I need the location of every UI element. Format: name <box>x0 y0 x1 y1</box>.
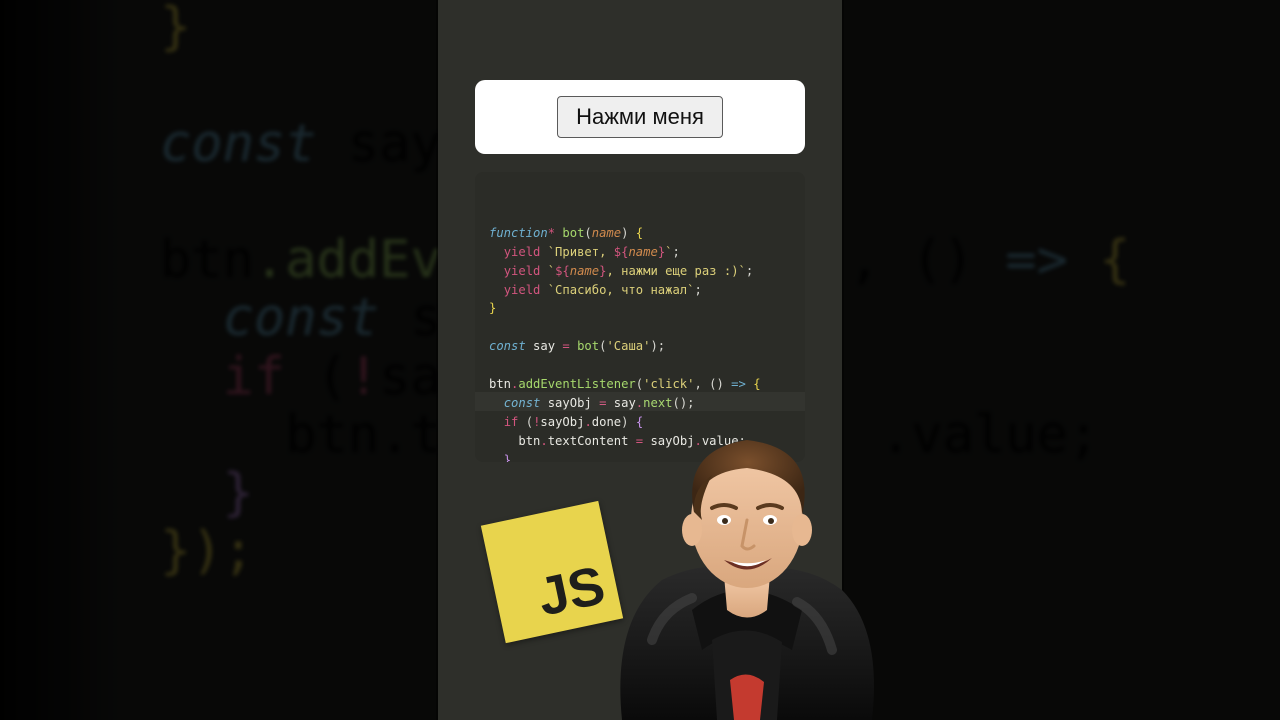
person-photo <box>602 420 882 720</box>
bg-token: .value; <box>880 405 1099 465</box>
code-tok: `Привет, <box>548 245 614 259</box>
press-me-button[interactable]: Нажми меня <box>557 96 723 138</box>
code-line: yield `Привет, ${name}`; <box>489 245 680 259</box>
code-tok: yield <box>504 264 541 278</box>
bg-token: btn <box>160 230 254 290</box>
code-line: yield `Спасибо, что нажал`; <box>489 283 702 297</box>
code-tok: yield <box>504 283 541 297</box>
code-tok: if <box>504 415 519 429</box>
code-line: } <box>489 453 511 462</box>
code-line <box>489 320 496 334</box>
bg-token: } <box>223 463 254 523</box>
code-tok: btn <box>518 434 540 448</box>
code-tok: name <box>592 226 621 240</box>
bg-token: } <box>160 0 191 57</box>
code-tok: , нажми еще раз :)` <box>606 264 745 278</box>
vignette-left <box>0 0 120 720</box>
code-tok: ${ <box>555 264 570 278</box>
highlighted-line <box>475 392 805 411</box>
bg-token: }); <box>160 521 254 581</box>
bg-token: const <box>160 114 317 174</box>
code-line: } <box>489 301 496 315</box>
bg-token: { <box>1068 230 1131 290</box>
code-tok: 'Саша' <box>606 339 650 353</box>
code-tok: 'click' <box>643 377 694 391</box>
bg-token: ( <box>285 347 348 407</box>
code-tok: const <box>489 339 526 353</box>
code-tok: ` <box>665 245 672 259</box>
code-tok: say <box>533 339 555 353</box>
code-tok: name <box>570 264 599 278</box>
code-line: const say = bot('Саша'); <box>489 339 665 353</box>
bg-token: , () <box>849 230 1006 290</box>
bg-token: ! <box>348 347 379 407</box>
code-tok: ${ <box>614 245 629 259</box>
bg-token: if <box>223 347 286 407</box>
code-tok: `Спасибо, что нажал` <box>548 283 695 297</box>
button-card: Нажми меня <box>475 80 805 154</box>
code-editor: function* bot(name) { yield `Привет, ${n… <box>475 172 805 462</box>
code-tok: yield <box>504 245 541 259</box>
bg-token: btn <box>285 405 379 465</box>
code-tok: bot <box>562 226 584 240</box>
code-tok: sayObj <box>540 415 584 429</box>
code-line: btn.addEventListener('click', () => { <box>489 377 761 391</box>
js-logo-text: JS <box>533 554 611 628</box>
phone-column: Нажми меня function* bot(name) { yield `… <box>438 0 842 720</box>
code-line: yield `${name}, нажми еще раз :)`; <box>489 264 753 278</box>
bg-token: => <box>1005 230 1068 290</box>
code-tok: name <box>628 245 657 259</box>
bg-token: const <box>223 288 380 348</box>
code-tok: * <box>548 226 555 240</box>
code-tok: addEventListener <box>518 377 635 391</box>
code-line: function* bot(name) { <box>489 226 643 240</box>
code-tok: bot <box>577 339 599 353</box>
code-tok: btn <box>489 377 511 391</box>
code-tok: function <box>489 226 548 240</box>
code-line <box>489 358 496 372</box>
code-tok: ` <box>548 264 555 278</box>
